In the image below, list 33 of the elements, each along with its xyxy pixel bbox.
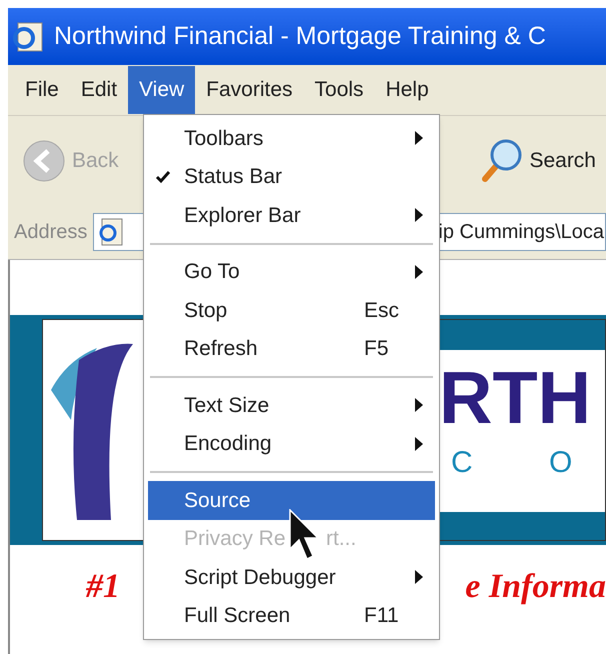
tagline-text: e Informa — [465, 567, 606, 607]
menu[interactable]: Favorites — [195, 66, 304, 114]
logo-text: RTH — [439, 356, 592, 440]
menu-item[interactable]: Stop Esc — [148, 291, 435, 330]
menu-item-text: rt... — [326, 526, 356, 552]
submenu-arrow-icon — [415, 208, 423, 222]
tagline-text: #1 — [86, 567, 120, 607]
menu[interactable]: Help — [374, 66, 440, 114]
menu-item[interactable]: Full Screen F11 — [148, 596, 435, 635]
menu[interactable]: View — [128, 66, 196, 114]
menu-item[interactable]: Refresh F5 — [148, 330, 435, 368]
search-button[interactable]: Search — [479, 136, 596, 184]
submenu-arrow-icon — [415, 398, 423, 412]
submenu-arrow-icon — [415, 131, 423, 146]
window-title: Northwind Financial - Mortgage Training & C — [54, 20, 546, 52]
menu-item[interactable]: Status Bar — [148, 158, 435, 196]
submenu-arrow-icon — [415, 264, 423, 279]
search-icon — [479, 136, 524, 184]
menu[interactable]: Tools — [304, 66, 375, 114]
logo-subtext: C O — [450, 445, 605, 481]
menu-item[interactable]: Source — [148, 481, 435, 520]
menu-item[interactable]: Script Debugger — [148, 558, 435, 596]
menu[interactable]: File — [14, 66, 70, 114]
menu-item[interactable]: Toolbars — [148, 119, 435, 158]
submenu-arrow-icon — [415, 436, 423, 451]
address-label: Address — [14, 220, 88, 245]
menu-item[interactable]: Text Size — [148, 386, 435, 424]
menu[interactable]: Edit — [70, 66, 128, 114]
menu-item[interactable]: Explorer Bar — [148, 196, 435, 234]
menu-item[interactable]: Encoding — [148, 424, 435, 463]
menu-item[interactable]: Go To — [148, 252, 435, 291]
page-icon — [98, 217, 124, 247]
submenu-arrow-icon — [415, 570, 423, 584]
